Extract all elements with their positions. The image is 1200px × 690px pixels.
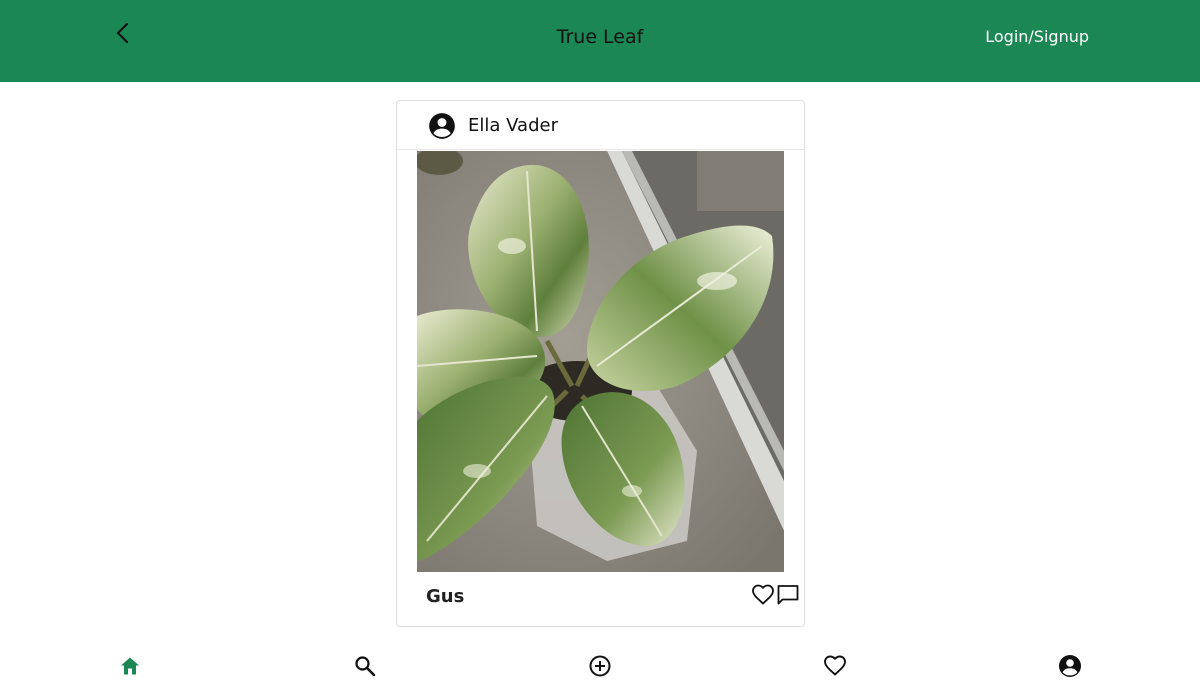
heart-icon[interactable] <box>823 654 847 678</box>
add-circle-icon[interactable] <box>588 654 612 678</box>
login-signup-link[interactable]: Login/Signup <box>985 26 1089 48</box>
plant-photo[interactable] <box>417 151 784 572</box>
account-circle-icon[interactable] <box>1058 654 1082 678</box>
post-card: Ella Vader Gus <box>396 100 805 627</box>
heart-outline-icon[interactable] <box>751 583 775 607</box>
app-header: True Leaf Login/Signup <box>0 0 1200 82</box>
search-icon[interactable] <box>353 654 377 678</box>
bottom-navigation <box>0 640 1200 690</box>
plant-name: Gus <box>426 586 465 607</box>
account-circle-icon[interactable] <box>428 112 456 140</box>
variegated-rubber-plant-photo <box>417 151 784 572</box>
home-icon[interactable] <box>118 654 142 678</box>
post-header: Ella Vader <box>397 101 804 150</box>
post-username[interactable]: Ella Vader <box>468 113 558 139</box>
comment-outline-icon[interactable] <box>776 583 800 607</box>
